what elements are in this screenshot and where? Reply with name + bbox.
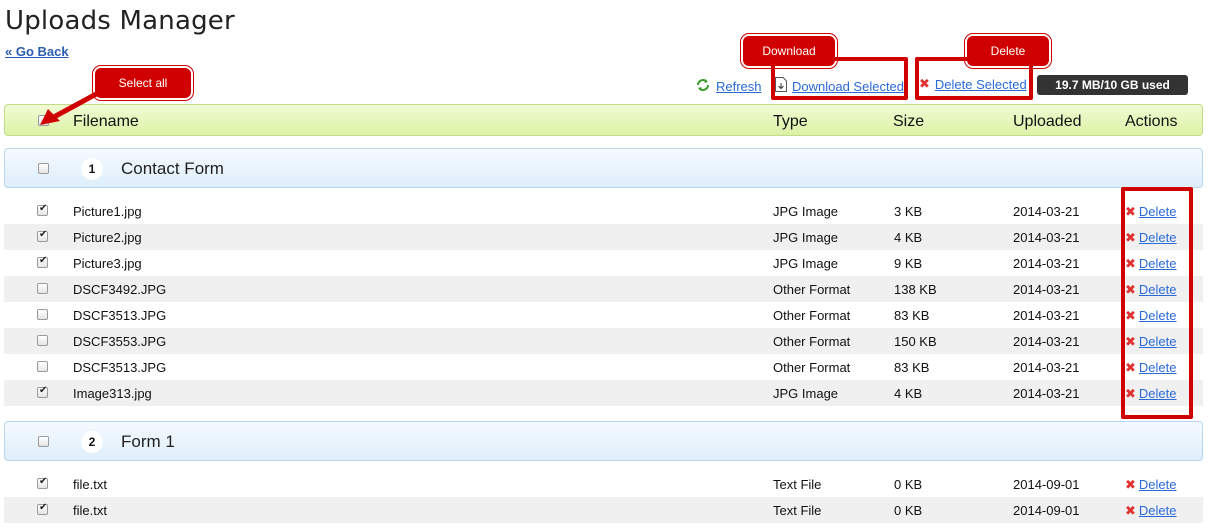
file-name: Picture1.jpg	[73, 204, 142, 219]
file-size: 0 KB	[894, 477, 923, 492]
file-type: Text File	[773, 503, 822, 518]
file-name: DSCF3513.JPG	[73, 360, 167, 375]
row-checkbox[interactable]	[37, 361, 48, 372]
file-uploaded-date: 2014-09-01	[1013, 503, 1080, 518]
delete-link[interactable]: Delete	[1139, 477, 1177, 492]
row-checkbox[interactable]	[37, 283, 48, 294]
table-row[interactable]: file.txt Text File 0 KB 2014-09-01 ✖Delete	[4, 471, 1203, 497]
delete-icon: ✖	[1125, 478, 1136, 493]
column-size[interactable]: Size	[893, 113, 924, 131]
file-name: Picture2.jpg	[73, 230, 142, 245]
file-type: Other Format	[773, 360, 851, 375]
table-row[interactable]: Image313.jpgJPG Image4 KB2014-03-21✖Dele…	[4, 380, 1203, 406]
column-actions: Actions	[1125, 113, 1178, 130]
file-uploaded-date: 2014-03-21	[1013, 308, 1080, 323]
annotation-download-highlight	[771, 57, 908, 100]
group-header-contact-form[interactable]: 1 Contact Form	[4, 148, 1203, 188]
annotation-delete-highlight	[915, 57, 1033, 100]
table-row[interactable]: DSCF3513.JPG Other Format 83 KB 2014-03-21 ✖…	[4, 302, 1203, 328]
file-size: 0 KB	[894, 503, 923, 518]
row-checkbox[interactable]	[37, 476, 48, 489]
page-title: Uploads Manager	[5, 6, 235, 36]
row-checkbox[interactable]	[37, 203, 48, 216]
file-name: file.txt	[73, 477, 107, 492]
file-name: file.txt	[73, 503, 107, 518]
table-row[interactable]: file.txt Text File 0 KB 2014-09-01 ✖Delete	[4, 497, 1203, 523]
file-type: JPG Image	[773, 204, 839, 219]
delete-icon: ✖	[1125, 504, 1136, 519]
file-type: Other Format	[773, 334, 851, 349]
file-type: JPG Image	[773, 256, 839, 271]
refresh-action[interactable]: Refresh	[695, 77, 762, 96]
delete-link[interactable]: Delete	[1139, 503, 1177, 518]
file-size: 9 KB	[894, 256, 923, 271]
file-uploaded-date: 2014-03-21	[1013, 334, 1080, 349]
group-select-checkbox[interactable]	[38, 436, 49, 447]
group-header-form-1[interactable]: 2 Form 1	[4, 421, 1203, 461]
file-name: Picture3.jpg	[73, 256, 142, 271]
file-type: Text File	[773, 477, 822, 492]
row-delete-action[interactable]: ✖ Delete	[1125, 477, 1176, 493]
file-type: JPG Image	[773, 386, 839, 401]
file-uploaded-date: 2014-03-21	[1013, 256, 1080, 271]
row-delete-action[interactable]: ✖ Delete	[1125, 503, 1176, 519]
file-type: Other Format	[773, 308, 851, 323]
table-row[interactable]: DSCF3492.JPG Other Format 138 KB 2014-03-21…	[4, 276, 1203, 302]
row-checkbox[interactable]	[37, 502, 48, 515]
group-name: Contact Form	[121, 159, 224, 178]
file-size: 150 KB	[894, 334, 937, 349]
file-size: 3 KB	[894, 204, 923, 219]
go-back-link[interactable]: « Go Back	[5, 44, 69, 59]
file-uploaded-date: 2014-03-21	[1013, 360, 1080, 375]
file-size: 83 KB	[894, 308, 930, 323]
row-checkbox[interactable]	[37, 255, 48, 268]
table-row[interactable]: DSCF3513.JPG Other Format 83 KB 2014-03-21 ✖…	[4, 354, 1203, 380]
file-size: 83 KB	[894, 360, 930, 375]
column-type[interactable]: Type	[773, 113, 808, 131]
row-checkbox[interactable]	[37, 309, 48, 320]
row-checkbox[interactable]	[37, 335, 48, 346]
table-row[interactable]: Picture2.jpgJPG Image4 KB2014-03-21✖Dele…	[4, 224, 1203, 250]
file-uploaded-date: 2014-03-21	[1013, 230, 1080, 245]
refresh-icon	[695, 77, 711, 96]
file-type: Other Format	[773, 282, 851, 297]
table-row[interactable]: Picture1.jpgJPG Image3 KB2014-03-21✖Dele…	[4, 198, 1203, 224]
column-uploaded[interactable]: Uploaded	[1013, 113, 1082, 131]
file-uploaded-date: 2014-03-21	[1013, 282, 1080, 297]
table-row[interactable]: DSCF3553.JPG Other Format 150 KB 2014-03-21…	[4, 328, 1203, 354]
refresh-link[interactable]: Refresh	[716, 79, 762, 94]
file-uploaded-date: 2014-09-01	[1013, 477, 1080, 492]
storage-usage-badge: 19.7 MB/10 GB used	[1037, 75, 1188, 95]
file-size: 4 KB	[894, 230, 923, 245]
row-checkbox[interactable]	[37, 229, 48, 242]
group-number: 1	[81, 158, 103, 180]
file-name: DSCF3513.JPG	[73, 308, 167, 323]
annotation-select-all: Select all	[95, 68, 191, 98]
annotation-actions-highlight	[1121, 187, 1193, 419]
group-select-checkbox[interactable]	[38, 163, 49, 174]
file-size: 138 KB	[894, 282, 937, 297]
file-uploaded-date: 2014-03-21	[1013, 204, 1080, 219]
file-uploaded-date: 2014-03-21	[1013, 386, 1080, 401]
annotation-arrow-icon	[40, 89, 102, 125]
file-type: JPG Image	[773, 230, 839, 245]
file-name: DSCF3553.JPG	[73, 334, 167, 349]
table-header: Filename Type Size Uploaded Actions	[4, 104, 1203, 136]
file-size: 4 KB	[894, 386, 923, 401]
group-name: Form 1	[121, 432, 175, 451]
row-checkbox[interactable]	[37, 385, 48, 398]
file-name: Image313.jpg	[73, 386, 152, 401]
file-name: DSCF3492.JPG	[73, 282, 167, 297]
table-row[interactable]: Picture3.jpgJPG Image9 KB2014-03-21✖Dele…	[4, 250, 1203, 276]
group-number: 2	[81, 431, 103, 453]
